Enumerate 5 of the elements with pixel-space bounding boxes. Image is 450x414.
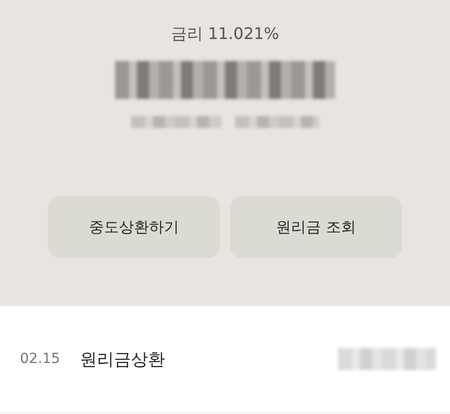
interest-rate-label: 금리 11.021% (170, 24, 280, 45)
action-button[interactable]: 중도상환하기 (48, 196, 220, 258)
transaction-date: 02.15 (20, 351, 62, 367)
action-button[interactable]: 원리금 조회 (230, 196, 402, 258)
transaction-title: 원리금상환 (80, 348, 166, 370)
